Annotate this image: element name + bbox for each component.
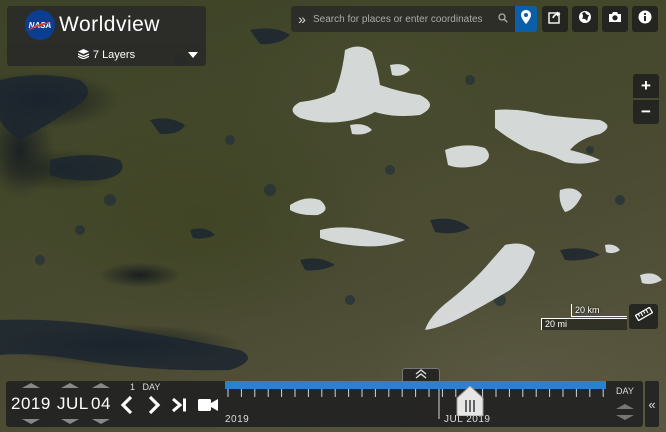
- year-field[interactable]: 2019: [11, 394, 51, 414]
- layers-toggle[interactable]: 7 Layers: [7, 44, 206, 66]
- month-up-arrow[interactable]: [61, 383, 79, 388]
- day-down-arrow[interactable]: [92, 419, 110, 424]
- app-header: NASA Worldview: [7, 6, 206, 44]
- search-bar: »: [291, 6, 515, 32]
- data-coverage-bar: [225, 381, 606, 389]
- zoom-out-label: −: [641, 102, 651, 121]
- timeline-year-label: 2019: [225, 414, 250, 425]
- scale-bar-mi: 20 mi: [541, 318, 627, 330]
- chevron-double-left-icon: «: [648, 396, 656, 412]
- share-button[interactable]: [542, 6, 568, 32]
- search-input[interactable]: [311, 13, 495, 25]
- month-down-arrow[interactable]: [61, 419, 79, 424]
- timeline-ticks: [227, 389, 604, 419]
- timeline-date-handle[interactable]: [455, 385, 485, 417]
- date-selector: 2019 JUL 04 1 DAY: [6, 381, 225, 427]
- app-title: Worldview: [59, 13, 160, 36]
- timeline-collapse-button[interactable]: «: [645, 381, 659, 427]
- timeline-expand-button[interactable]: [402, 368, 440, 381]
- chevron-right-icon: [147, 395, 161, 420]
- day-field[interactable]: 04: [91, 394, 111, 414]
- layers-icon: [77, 48, 90, 62]
- nasa-logo-text: NASA: [28, 20, 52, 30]
- timeline-zoom-label: DAY: [616, 386, 634, 396]
- timeline-zoom-down-arrow[interactable]: [616, 415, 634, 420]
- timeline-zoom-selector[interactable]: DAY: [606, 381, 643, 427]
- skip-forward-icon: [171, 397, 189, 418]
- info-icon: [638, 10, 652, 29]
- share-icon: [548, 10, 562, 29]
- info-button[interactable]: [632, 6, 658, 32]
- interval-unit: DAY: [142, 382, 161, 392]
- year-down-arrow[interactable]: [22, 419, 40, 424]
- projection-button[interactable]: [572, 6, 598, 32]
- next-date-button[interactable]: [145, 395, 163, 420]
- day-up-arrow[interactable]: [92, 383, 110, 388]
- zoom-in-button[interactable]: +: [633, 74, 659, 98]
- skip-to-today-button[interactable]: [170, 396, 190, 418]
- search-icon[interactable]: [495, 12, 511, 26]
- interval-selector[interactable]: 1 DAY: [130, 382, 160, 392]
- timeline[interactable]: 2019 JUL 2019: [225, 381, 606, 427]
- projection-icon: [578, 10, 592, 29]
- chevron-down-icon[interactable]: [188, 52, 198, 58]
- chevron-left-icon: [120, 395, 134, 420]
- zoom-out-button[interactable]: −: [633, 100, 659, 124]
- month-field[interactable]: JUL: [57, 394, 89, 414]
- location-pin-button[interactable]: [515, 6, 537, 32]
- nasa-logo: NASA: [25, 10, 55, 40]
- timeline-zoom-up-arrow[interactable]: [616, 404, 634, 409]
- video-camera-icon: [198, 398, 218, 417]
- measure-button[interactable]: [629, 304, 658, 329]
- previous-date-button[interactable]: [118, 395, 136, 420]
- interval-value: 1: [130, 382, 136, 392]
- location-pin-icon: [521, 9, 531, 29]
- layers-count-label: 7 Layers: [92, 49, 136, 61]
- zoom-in-label: +: [641, 76, 651, 95]
- animation-button[interactable]: [196, 396, 220, 418]
- chevron-right-icon[interactable]: »: [293, 11, 311, 27]
- ruler-icon: [634, 306, 653, 326]
- snapshot-button[interactable]: [602, 6, 628, 32]
- year-up-arrow[interactable]: [22, 383, 40, 388]
- scale-bar-km: 20 km: [571, 304, 627, 317]
- camera-icon: [608, 10, 622, 28]
